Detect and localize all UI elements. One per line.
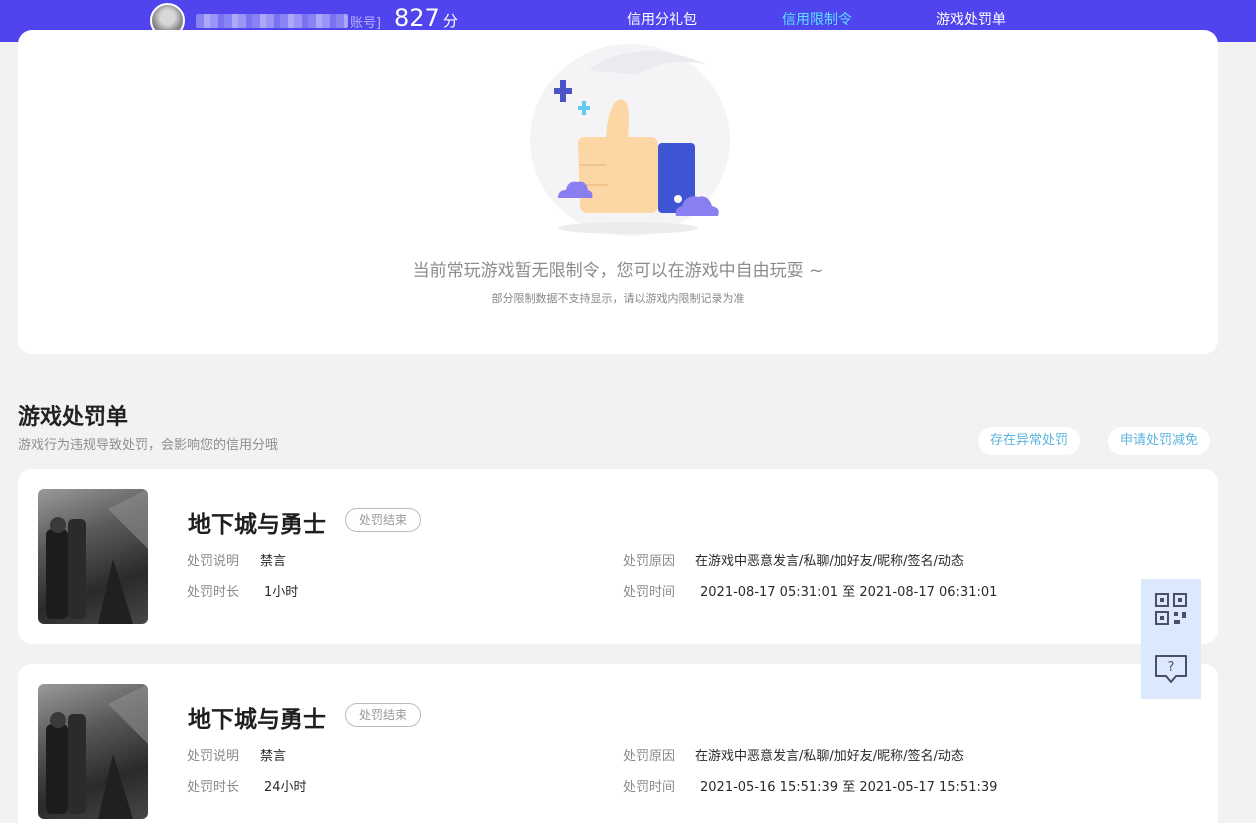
qr-code-icon [1155,593,1187,625]
penalty-reduction-button[interactable]: 申请处罚减免 [1108,427,1211,455]
game-title: 地下城与勇士 [188,512,326,538]
score-unit: 分 [442,12,458,30]
credit-score: 827 分 [394,4,458,32]
description-value: 禁言 [260,554,287,569]
masked-username [196,14,348,28]
empty-state-message: 当前常玩游戏暂无限制令，您可以在游戏中自由玩耍 ~ [412,261,824,281]
time-value: 2021-05-16 15:51:39 至 2021-05-17 15:51:3… [700,780,998,795]
time-label: 处罚时间 [623,780,676,795]
description-label: 处罚说明 [187,554,240,569]
empty-state-note: 部分限制数据不支持显示，请以游戏内限制记录为准 [491,292,745,305]
game-title: 地下城与勇士 [188,707,326,733]
reason-value: 在游戏中恶意发言/私聊/加好友/昵称/签名/动态 [695,554,964,569]
game-cover-image [38,489,148,624]
status-badge: 处罚结束 [345,508,422,532]
account-tag: 账号] [350,15,382,31]
help-chat-icon: ? [1155,655,1187,683]
thumbs-up-illustration [530,44,730,236]
duration-label: 处罚时长 [187,780,240,795]
help-button[interactable]: ? [1141,639,1201,699]
qr-code-button[interactable] [1141,579,1201,639]
penalty-card: 地下城与勇士 处罚结束 处罚说明 禁言 处罚时长 24小时 处罚原因 在游戏中恶… [18,664,1218,823]
reason-label: 处罚原因 [623,554,676,569]
time-value: 2021-08-17 05:31:01 至 2021-08-17 06:31:0… [700,585,998,600]
penalty-section-title: 游戏处罚单 [18,405,129,430]
score-value: 827 [394,4,440,32]
status-badge: 处罚结束 [345,703,422,727]
svg-text:?: ? [1168,660,1175,675]
account-info: 账号] [196,12,382,31]
description-value: 禁言 [260,749,287,764]
duration-value: 1小时 [264,585,299,600]
penalty-section-subtitle: 游戏行为违规导致处罚，会影响您的信用分哦 [18,438,279,453]
description-label: 处罚说明 [187,749,240,764]
time-label: 处罚时间 [623,585,676,600]
duration-value: 24小时 [264,780,307,795]
duration-label: 处罚时长 [187,585,240,600]
restriction-card: 当前常玩游戏暂无限制令，您可以在游戏中自由玩耍 ~ 部分限制数据不支持显示，请以… [18,30,1218,354]
reason-label: 处罚原因 [623,749,676,764]
game-cover-image [38,684,148,819]
penalty-card: 地下城与勇士 处罚结束 处罚说明 禁言 处罚时长 1小时 处罚原因 在游戏中恶意… [18,469,1218,644]
reason-value: 在游戏中恶意发言/私聊/加好友/昵称/签名/动态 [695,749,964,764]
abnormal-penalty-button[interactable]: 存在异常处罚 [978,427,1081,455]
